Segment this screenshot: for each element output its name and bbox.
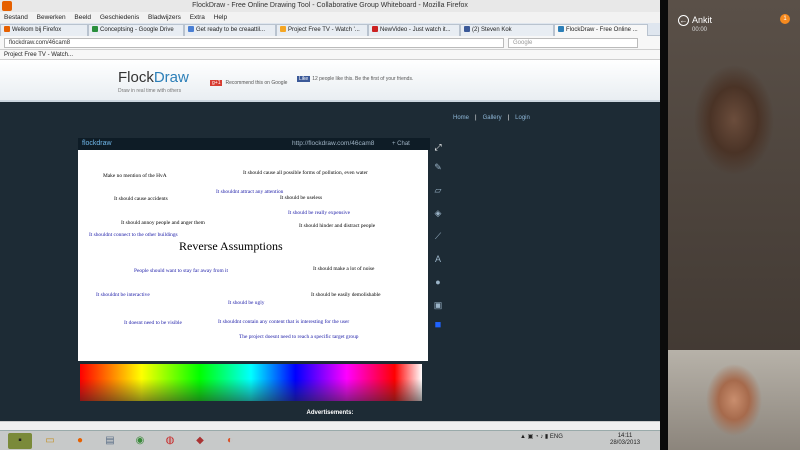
language-indicator[interactable]: ENG bbox=[550, 434, 563, 440]
menu-help[interactable]: Help bbox=[214, 14, 227, 21]
facebook-like-button[interactable]: Like 12 people like this. Be the first of… bbox=[297, 76, 413, 82]
menu-bar: Bestand Bewerken Beeld Geschiedenis Blad… bbox=[0, 12, 660, 23]
line-icon[interactable]: ⟋ bbox=[431, 229, 445, 243]
save-icon[interactable]: ▣ bbox=[431, 298, 445, 312]
start-button[interactable]: ▪ bbox=[8, 433, 32, 449]
gplus-icon: g+1 bbox=[210, 80, 223, 86]
canvas-note: It should be really expensive bbox=[288, 210, 350, 216]
menu-file[interactable]: Bestand bbox=[4, 14, 28, 21]
page-icon bbox=[188, 26, 194, 32]
menu-view[interactable]: Beeld bbox=[74, 14, 91, 21]
tv-icon bbox=[280, 26, 286, 32]
site-nav: Home | Gallery | Login bbox=[453, 115, 530, 121]
ads-label: Advertisements: bbox=[306, 410, 354, 416]
canvas-note: People should want to stay far away from… bbox=[134, 268, 229, 274]
firefox-icon bbox=[4, 26, 10, 32]
flockdraw-icon bbox=[558, 26, 564, 32]
canvas-note: Make no mention of the HvA bbox=[103, 173, 167, 179]
canvas-note: It should cause accidents bbox=[114, 196, 168, 202]
caller-name: ← Ankit bbox=[678, 15, 713, 26]
firefox-window: FlockDraw - Free Online Drawing Tool - C… bbox=[0, 0, 660, 450]
firefox-menu-button[interactable] bbox=[2, 1, 12, 11]
tab-firefox-welcome[interactable]: Welkom bij Firefox bbox=[0, 24, 88, 36]
windows-taskbar: ▪ ▭ ● ▤ ◉ ◍ ◆ ◐ ▲ ▣ ◔ ♪ ▮ ENG 14:11 28/03… bbox=[0, 430, 660, 450]
tab-strip: Welkom bij Firefox Conceptsing - Google D… bbox=[0, 23, 660, 36]
canvas-note: It shouldnt connect to the other buildin… bbox=[89, 232, 178, 238]
menu-history[interactable]: Geschiedenis bbox=[100, 14, 139, 21]
canvas-note: It shouldnt be interactive bbox=[96, 292, 150, 298]
color-swatch-icon[interactable]: ■ bbox=[431, 318, 445, 332]
canvas-note: The project doesnt need to reach a speci… bbox=[239, 334, 359, 340]
site-header: FlockDraw Draw in real time with others … bbox=[0, 60, 660, 102]
app-icon-3[interactable]: ◐ bbox=[218, 433, 242, 449]
app-red-icon[interactable]: ◍ bbox=[158, 433, 182, 449]
spotify-icon[interactable]: ◉ bbox=[128, 433, 152, 449]
canvas-note: It shouldnt contain any content that is … bbox=[218, 319, 350, 325]
address-input[interactable]: flockdraw.com/46cam8 bbox=[4, 38, 504, 48]
canvas-note: It doesnt need to be visible bbox=[124, 320, 182, 326]
firefox-taskbar-icon[interactable]: ● bbox=[68, 433, 92, 449]
canvas-note: It should make a lot of noise bbox=[313, 266, 375, 272]
board-brand: flockdraw bbox=[82, 140, 112, 147]
google-plus-button[interactable]: g+1 Recommend this on Google bbox=[210, 80, 287, 86]
chat-button[interactable]: + Chat bbox=[392, 138, 410, 150]
tab-facebook[interactable]: (2) Steven Kok bbox=[460, 24, 554, 36]
video-icon bbox=[372, 26, 378, 32]
flockdraw-logo[interactable]: FlockDraw bbox=[118, 69, 189, 86]
eraser-icon[interactable]: ▱ bbox=[431, 183, 445, 197]
nav-login[interactable]: Login bbox=[515, 115, 530, 121]
canvas-note: It should hinder and distract people bbox=[299, 223, 376, 229]
color-picker[interactable] bbox=[80, 364, 422, 401]
canvas-note: It should be useless bbox=[280, 195, 323, 201]
text-icon[interactable]: A bbox=[431, 252, 445, 266]
app-icon-2[interactable]: ◆ bbox=[188, 433, 212, 449]
canvas-note: It shouldnt attract any attention bbox=[216, 189, 284, 195]
clock[interactable]: 14:11 28/03/2013 bbox=[610, 433, 640, 447]
tab-google-drive[interactable]: Conceptsing - Google Drive bbox=[88, 24, 184, 36]
drawing-canvas[interactable]: Reverse Assumptions Make no mention of t… bbox=[78, 150, 428, 361]
nav-gallery[interactable]: Gallery bbox=[483, 115, 502, 121]
search-input[interactable]: Google bbox=[508, 38, 638, 48]
explorer-icon[interactable]: ▭ bbox=[38, 433, 62, 449]
back-arrow-icon[interactable]: ← bbox=[678, 15, 689, 26]
system-tray: ▲ ▣ ◔ ♪ ▮ ENG bbox=[520, 433, 563, 440]
menu-edit[interactable]: Bewerken bbox=[37, 14, 66, 21]
brush-size-icon[interactable]: ● bbox=[431, 275, 445, 289]
drive-icon bbox=[92, 26, 98, 32]
notification-badge[interactable]: 1 bbox=[780, 14, 790, 24]
board-header: flockdraw http://flockdraw.com/46cam8 + … bbox=[78, 138, 430, 150]
fullscreen-icon[interactable]: ⤢ bbox=[431, 140, 445, 154]
navigation-bar: flockdraw.com/46cam8 Google bbox=[0, 36, 660, 50]
bookmark-project-free-tv[interactable]: Project Free TV - Watch... bbox=[4, 52, 73, 58]
call-duration: 00:00 bbox=[692, 27, 708, 33]
tray-icons[interactable]: ▲ ▣ ◔ ♪ ▮ bbox=[520, 434, 550, 440]
canvas-note: It should be easily demolishable bbox=[311, 292, 381, 298]
window-title: FlockDraw - Free Online Drawing Tool - C… bbox=[192, 2, 468, 9]
menu-tools[interactable]: Extra bbox=[190, 14, 205, 21]
tool-palette: ⤢ ✎ ▱ ◈ ⟋ A ● ▣ ■ bbox=[430, 142, 446, 332]
canvas-note: It should annoy people and anger them bbox=[121, 220, 205, 226]
bookmarks-bar: Project Free TV - Watch... bbox=[0, 50, 660, 60]
tab-flockdraw[interactable]: FlockDraw - Free Online ... bbox=[554, 24, 648, 36]
web-page: FlockDraw Draw in real time with others … bbox=[0, 60, 660, 430]
status-bar bbox=[0, 421, 660, 430]
tab-newvideo[interactable]: NewVideo - Just watch it... bbox=[368, 24, 460, 36]
self-video bbox=[668, 350, 800, 450]
canvas-note: It should be ugly bbox=[228, 300, 265, 306]
canvas-note: It should cause all possible forms of po… bbox=[243, 170, 368, 176]
nav-home[interactable]: Home bbox=[453, 115, 469, 121]
screen-divider bbox=[660, 0, 668, 450]
app-icon[interactable]: ▤ bbox=[98, 433, 122, 449]
facebook-icon bbox=[464, 26, 470, 32]
tab-get-ready[interactable]: Get ready to be creaattil... bbox=[184, 24, 276, 36]
fill-icon[interactable]: ◈ bbox=[431, 206, 445, 220]
skype-call-pane: ← Ankit 00:00 1 bbox=[668, 0, 800, 450]
board-url[interactable]: http://flockdraw.com/46cam8 bbox=[292, 138, 374, 150]
tab-project-free-tv[interactable]: Project Free TV - Watch '... bbox=[276, 24, 368, 36]
tagline: Draw in real time with others bbox=[118, 88, 182, 94]
menu-bookmarks[interactable]: Bladwijzers bbox=[148, 14, 181, 21]
title-bar: FlockDraw - Free Online Drawing Tool - C… bbox=[0, 0, 660, 12]
canvas-heading: Reverse Assumptions bbox=[179, 239, 283, 253]
pencil-icon[interactable]: ✎ bbox=[431, 160, 445, 174]
